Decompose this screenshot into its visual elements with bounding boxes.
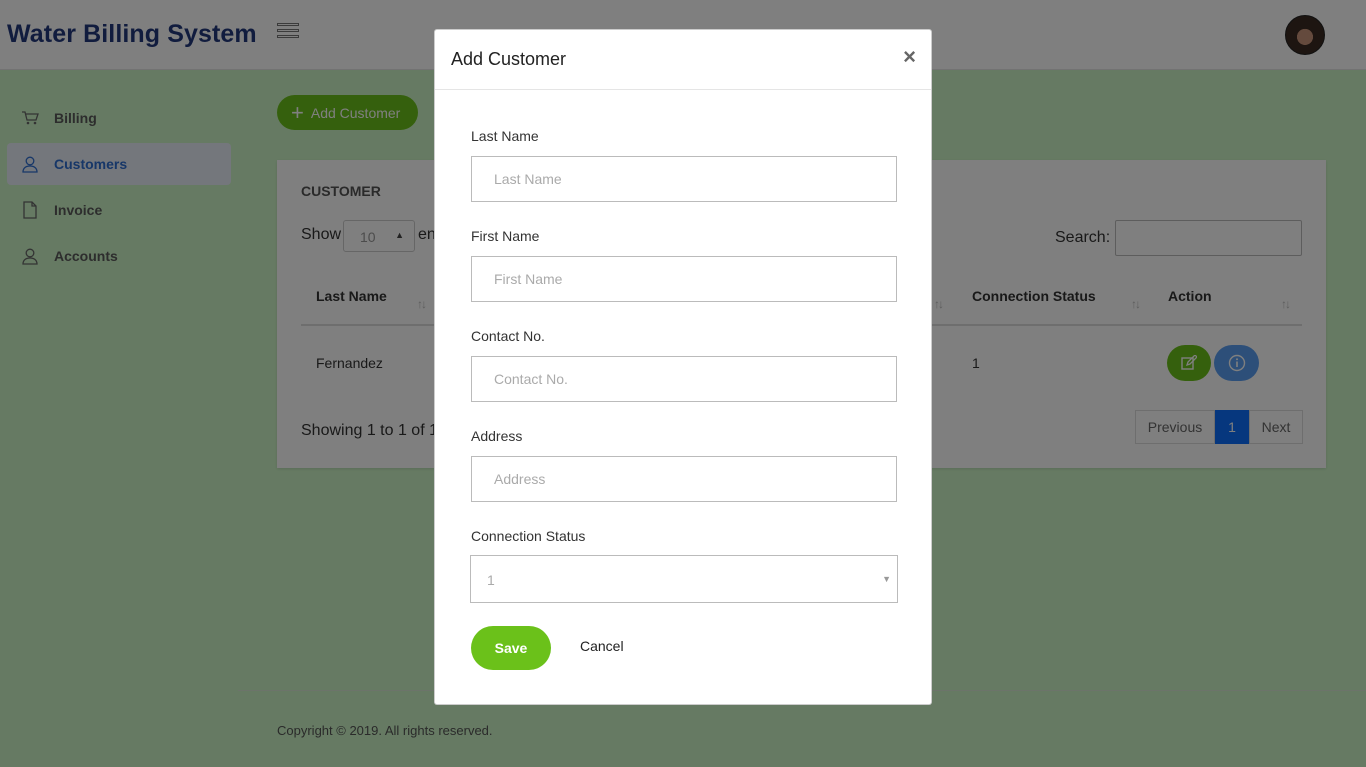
- modal-title: Add Customer: [451, 49, 567, 69]
- contact-no-input[interactable]: [471, 356, 897, 402]
- close-icon[interactable]: ×: [903, 46, 916, 68]
- address-input[interactable]: [471, 456, 897, 502]
- chevron-down-icon: ▼: [882, 574, 891, 584]
- cancel-button[interactable]: Cancel: [580, 638, 624, 654]
- first-name-input[interactable]: [471, 256, 897, 302]
- add-customer-modal: Add Customer × Last Name First Name Cont…: [434, 29, 932, 705]
- last-name-input[interactable]: [471, 156, 897, 202]
- connection-status-select[interactable]: 1 ▼: [470, 555, 898, 603]
- connection-status-value: 1: [487, 572, 495, 588]
- connection-status-label: Connection Status: [471, 528, 586, 544]
- save-button[interactable]: Save: [471, 626, 551, 670]
- last-name-label: Last Name: [471, 128, 539, 144]
- first-name-label: First Name: [471, 228, 540, 244]
- address-label: Address: [471, 428, 523, 444]
- modal-header: Add Customer ×: [435, 30, 931, 90]
- contact-no-label: Contact No.: [471, 328, 545, 344]
